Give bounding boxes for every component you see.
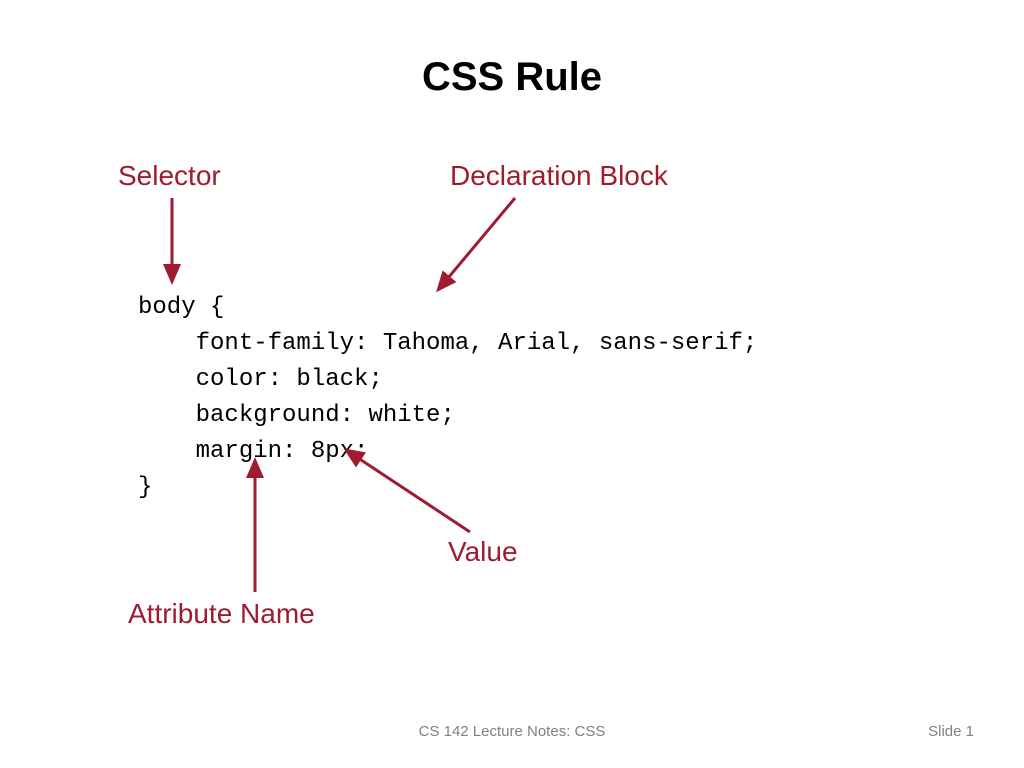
slide-title: CSS Rule [0, 55, 1024, 100]
label-attribute: Attribute Name [128, 598, 315, 630]
label-selector: Selector [118, 160, 221, 192]
label-value: Value [448, 536, 518, 568]
footer-center-text: CS 142 Lecture Notes: CSS [0, 723, 1024, 740]
label-declaration: Declaration Block [450, 160, 668, 192]
footer-slide-number: Slide 1 [928, 723, 974, 740]
css-code-example: body { font-family: Tahoma, Arial, sans-… [138, 290, 757, 506]
